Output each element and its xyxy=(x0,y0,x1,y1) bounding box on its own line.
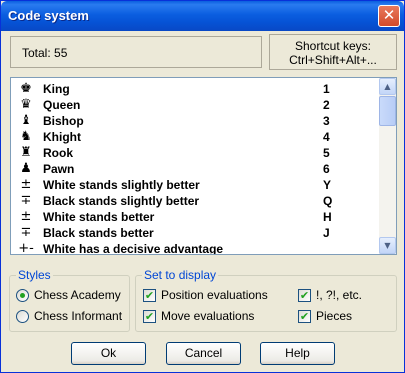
styles-group: Styles Chess Academy Chess Informant xyxy=(9,268,130,332)
list-item[interactable]: ♝ Bishop 3 xyxy=(11,113,379,129)
list-item[interactable]: ♜ Rook 5 xyxy=(11,145,379,161)
king-icon: ♚ xyxy=(20,81,32,96)
list-item-shortcut-key: Q xyxy=(323,194,333,208)
list-item-label: White has a decisive advantage xyxy=(43,242,224,255)
total-count: Total: 55 xyxy=(22,46,68,60)
code-system-dialog: Code system ✕ Total: 55 Shortcut keys: C… xyxy=(0,0,405,373)
list-item-label: Black stands slightly better xyxy=(43,194,200,208)
scroll-thumb[interactable] xyxy=(379,96,396,126)
list-item[interactable]: ∓ Black stands better J xyxy=(11,225,379,241)
list-item-label: White stands slightly better xyxy=(43,178,200,192)
radio-selected-dot xyxy=(20,293,25,298)
rook-icon: ♜ xyxy=(20,145,32,160)
scroll-up-button[interactable]: ▲ xyxy=(379,78,396,95)
list-item-label: King xyxy=(43,82,70,96)
window-title: Code system xyxy=(8,8,89,23)
label-annotation-symbols[interactable]: !, ?!, etc. xyxy=(316,288,362,302)
list-item-label: Pawn xyxy=(43,162,75,176)
list-item-shortcut-key: J xyxy=(323,226,330,240)
close-button[interactable]: ✕ xyxy=(378,5,400,27)
minus-plus-icon: ∓ xyxy=(20,225,32,240)
checkbox-pieces[interactable]: ✔ xyxy=(298,310,311,323)
display-group-title: Set to display xyxy=(142,268,219,282)
list-item-label: Bishop xyxy=(43,114,84,128)
set-to-display-group: Set to display ✔ Position evaluations ✔ … xyxy=(135,268,397,332)
shortcut-keys-label: Shortcut keys: xyxy=(294,39,372,53)
list-item-shortcut-key: 3 xyxy=(323,114,330,128)
radio-chess-informant[interactable] xyxy=(16,310,29,323)
minus-plus-icon: ∓ xyxy=(20,193,32,208)
list-item-shortcut-key: 4 xyxy=(323,130,330,144)
list-item-label: Khight xyxy=(43,130,81,144)
bishop-icon: ♝ xyxy=(20,113,32,128)
list-item-shortcut-key: H xyxy=(323,210,332,224)
pawn-icon: ♟ xyxy=(20,161,32,176)
knight-icon: ♞ xyxy=(20,129,32,144)
label-position-evaluations[interactable]: Position evaluations xyxy=(161,288,268,302)
styles-group-title: Styles xyxy=(16,268,53,282)
help-button[interactable]: Help xyxy=(260,342,335,365)
list-item[interactable]: ♞ Khight 4 xyxy=(11,129,379,145)
list-item[interactable]: ♟ Pawn 6 xyxy=(11,161,379,177)
list-item-shortcut-key: 6 xyxy=(323,162,330,176)
queen-icon: ♛ xyxy=(20,97,32,112)
checkbox-move-evaluations[interactable]: ✔ xyxy=(143,310,156,323)
list-item[interactable]: ∓ Black stands slightly better Q xyxy=(11,193,379,209)
shortcut-keys-combo: Ctrl+Shift+Alt+... xyxy=(289,53,377,67)
radio-label-chess-academy[interactable]: Chess Academy xyxy=(34,288,121,302)
list-item-shortcut-key: 5 xyxy=(323,146,330,160)
list-item[interactable]: +- White has a decisive advantage xyxy=(11,241,379,255)
cancel-button[interactable]: Cancel xyxy=(166,342,241,365)
plus-minus-icon: ± xyxy=(20,177,32,192)
list-item-label: Queen xyxy=(43,98,81,112)
title-bar[interactable]: Code system ✕ xyxy=(1,1,404,31)
list-item-label: Rook xyxy=(43,146,73,160)
plus-minus-icon: ± xyxy=(20,209,32,224)
checkbox-position-evaluations[interactable]: ✔ xyxy=(143,289,156,302)
list-item[interactable]: ± White stands slightly better Y xyxy=(11,177,379,193)
list-item-shortcut-key: 2 xyxy=(323,98,330,112)
list-item-label: Black stands better xyxy=(43,226,154,240)
radio-label-chess-informant[interactable]: Chess Informant xyxy=(34,309,122,323)
ok-button[interactable]: Ok xyxy=(71,342,146,365)
label-move-evaluations[interactable]: Move evaluations xyxy=(161,309,254,323)
plus-dash-icon: +- xyxy=(18,241,34,255)
radio-chess-academy[interactable] xyxy=(16,289,29,302)
list-item-shortcut-key: Y xyxy=(323,178,332,192)
list-item-shortcut-key: 1 xyxy=(323,82,330,96)
list-item[interactable]: ♛ Queen 2 xyxy=(11,97,379,113)
label-pieces[interactable]: Pieces xyxy=(316,309,352,323)
code-list[interactable]: ♚ King 1 ♛ Queen 2 ♝ Bishop 3 ♞ Khight 4 ♜ Rook 5 ♟ Pawn… xyxy=(10,77,397,255)
list-item[interactable]: ± White stands better H xyxy=(11,209,379,225)
total-panel: Total: 55 xyxy=(10,36,262,68)
list-item[interactable]: ♚ King 1 xyxy=(11,81,379,97)
checkbox-annotation-symbols[interactable]: ✔ xyxy=(298,289,311,302)
shortcut-keys-panel: Shortcut keys: Ctrl+Shift+Alt+... xyxy=(269,34,397,70)
scroll-down-button[interactable]: ▼ xyxy=(379,237,396,254)
list-item-label: White stands better xyxy=(43,210,155,224)
vertical-scrollbar[interactable]: ▲ ▼ xyxy=(379,78,396,254)
